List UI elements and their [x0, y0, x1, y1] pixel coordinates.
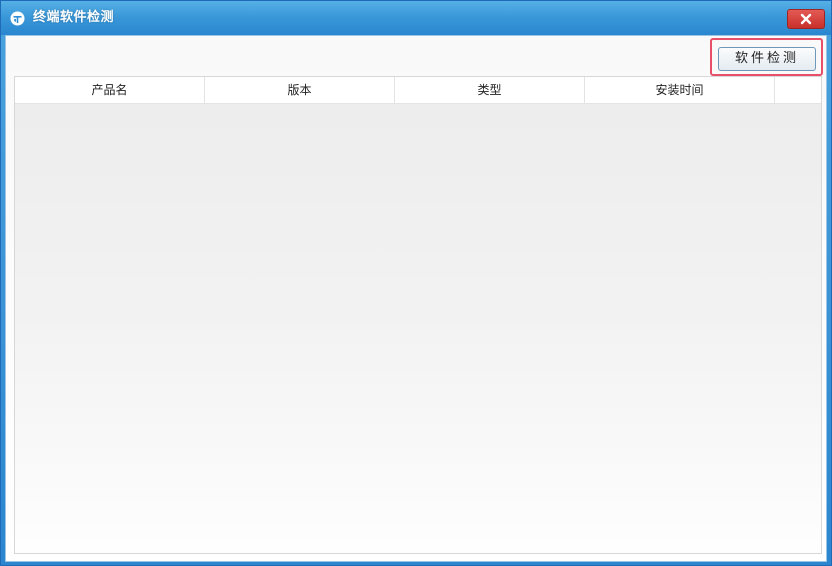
app-logo-icon — [10, 11, 25, 26]
column-header-filler — [775, 77, 821, 103]
column-header-product-name[interactable]: 产品名 — [15, 77, 205, 103]
close-button[interactable] — [787, 9, 825, 29]
column-header-version[interactable]: 版本 — [205, 77, 395, 103]
close-icon — [800, 13, 812, 25]
column-header-type[interactable]: 类型 — [395, 77, 585, 103]
main-panel: 软件检测 产品名 版本 类型 安装时间 — [5, 35, 827, 562]
column-header-install-time[interactable]: 安装时间 — [585, 77, 775, 103]
app-window: 终端软件检测 软件检测 产品名 版本 类型 安装时间 — [0, 0, 832, 566]
software-table: 产品名 版本 类型 安装时间 — [14, 76, 822, 554]
title-bar[interactable]: 终端软件检测 — [1, 1, 831, 35]
software-detect-button[interactable]: 软件检测 — [718, 47, 816, 71]
table-header: 产品名 版本 类型 安装时间 — [15, 77, 821, 104]
window-title: 终端软件检测 — [33, 10, 115, 25]
